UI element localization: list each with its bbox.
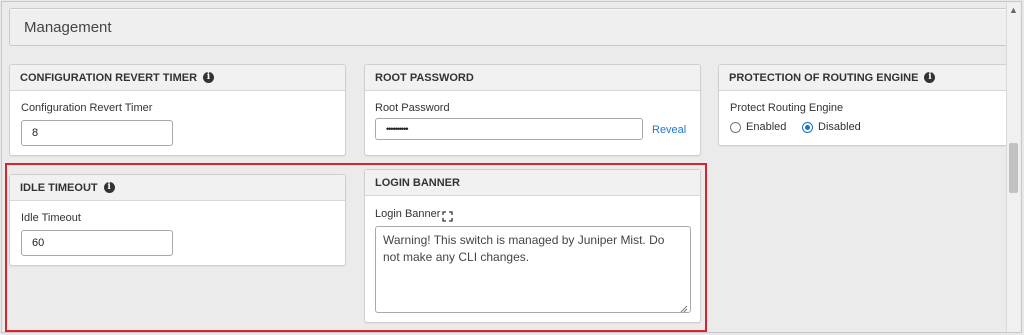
protect-routing-engine-label: Protect Routing Engine (730, 102, 844, 114)
protection-title: PROTECTION OF ROUTING ENGINE (729, 71, 919, 84)
enabled-label: Enabled (746, 121, 787, 133)
root-password-card: ROOT PASSWORD Root Password •••••••••• R… (364, 64, 701, 156)
highlight-box (5, 163, 707, 332)
disabled-label: Disabled (818, 121, 861, 133)
section-header[interactable]: Management (9, 8, 1019, 46)
enabled-radio-option[interactable]: Enabled (730, 121, 786, 133)
protection-header: PROTECTION OF ROUTING ENGINE i (719, 65, 1017, 91)
info-icon[interactable]: i (924, 72, 936, 83)
enabled-radio[interactable] (730, 121, 741, 133)
disabled-radio-option[interactable]: Disabled (802, 121, 861, 133)
revert-timer-input[interactable]: 8 (21, 120, 173, 146)
reveal-link[interactable]: Reveal (652, 124, 686, 136)
management-panel: Management CONFIGURATION REVERT TIMER i … (1, 1, 1022, 333)
scrollbar-thumb[interactable] (1009, 143, 1018, 193)
root-password-value: •••••••••• (386, 124, 408, 134)
revert-timer-value: 8 (32, 127, 39, 139)
revert-timer-title: CONFIGURATION REVERT TIMER (20, 71, 198, 84)
root-password-title: ROOT PASSWORD (375, 71, 474, 84)
protection-card: PROTECTION OF ROUTING ENGINE i Protect R… (718, 64, 1018, 146)
revert-timer-label: Configuration Revert Timer (21, 102, 153, 114)
info-icon[interactable]: i (203, 72, 215, 83)
root-password-label: Root Password (375, 102, 450, 114)
section-title: Management (24, 19, 112, 36)
root-password-header: ROOT PASSWORD (365, 65, 700, 91)
root-password-input[interactable]: •••••••••• (375, 118, 643, 140)
disabled-radio[interactable] (802, 121, 813, 133)
scroll-up-icon[interactable]: ▲ (1009, 5, 1018, 15)
revert-timer-card: CONFIGURATION REVERT TIMER i Configurati… (9, 64, 346, 156)
vertical-scrollbar[interactable]: ▲ (1006, 3, 1020, 332)
revert-timer-header: CONFIGURATION REVERT TIMER i (10, 65, 345, 91)
